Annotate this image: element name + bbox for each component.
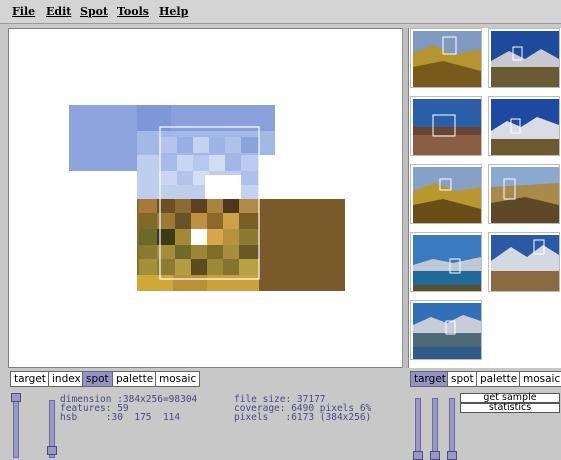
tab-palette[interactable]: palette [112, 371, 158, 387]
slider-track-1[interactable] [13, 396, 19, 458]
thumbnail-1[interactable] [410, 28, 482, 88]
menu-spot[interactable]: Spot [80, 5, 108, 18]
tab-mosaic[interactable]: mosaic [155, 371, 201, 387]
thumbnail-9[interactable] [410, 300, 482, 360]
right-tab-mosaic[interactable]: mosaic [519, 371, 561, 387]
right-tab-palette[interactable]: palette [476, 371, 522, 387]
menu-file[interactable]: File [12, 5, 35, 18]
thumbnail-panel [408, 28, 561, 368]
menu-help[interactable]: Help [159, 5, 188, 18]
tab-spot[interactable]: spot [82, 371, 113, 387]
right-slider-track-1[interactable] [415, 398, 421, 458]
thumbnail-2[interactable] [488, 28, 560, 88]
slider-handle-1[interactable] [11, 393, 21, 402]
tab-target[interactable]: target [10, 371, 50, 387]
info-pixels: pixels :6173 (384x256) [234, 412, 372, 423]
thumbnail-8[interactable] [488, 232, 560, 292]
menu-edit[interactable]: Edit [46, 5, 71, 18]
right-tab-spot[interactable]: spot [447, 371, 478, 387]
thumbnail-7[interactable] [410, 232, 482, 292]
thumbnail-4[interactable] [488, 96, 560, 156]
tab-index[interactable]: index [48, 371, 85, 387]
menu-tools[interactable]: Tools [117, 5, 149, 18]
mosaic-image [69, 105, 345, 291]
slider-handle-2[interactable] [47, 446, 57, 455]
thumbnail-6[interactable] [488, 164, 560, 224]
right-slider-track-2[interactable] [432, 398, 438, 458]
right-slider-handle-1[interactable] [413, 451, 423, 460]
right-slider-track-3[interactable] [449, 398, 455, 458]
info-hsb: hsb :30 175 114 [60, 412, 181, 423]
menu-bar: File Edit Spot Tools Help [0, 0, 561, 24]
right-tab-target[interactable]: target [410, 371, 450, 387]
thumbnail-5[interactable] [410, 164, 482, 224]
right-slider-handle-3[interactable] [447, 451, 457, 460]
statistics-button[interactable]: statistics [460, 403, 560, 413]
right-slider-handle-2[interactable] [430, 451, 440, 460]
thumbnail-3[interactable] [410, 96, 482, 156]
mosaic-canvas[interactable] [8, 28, 403, 368]
